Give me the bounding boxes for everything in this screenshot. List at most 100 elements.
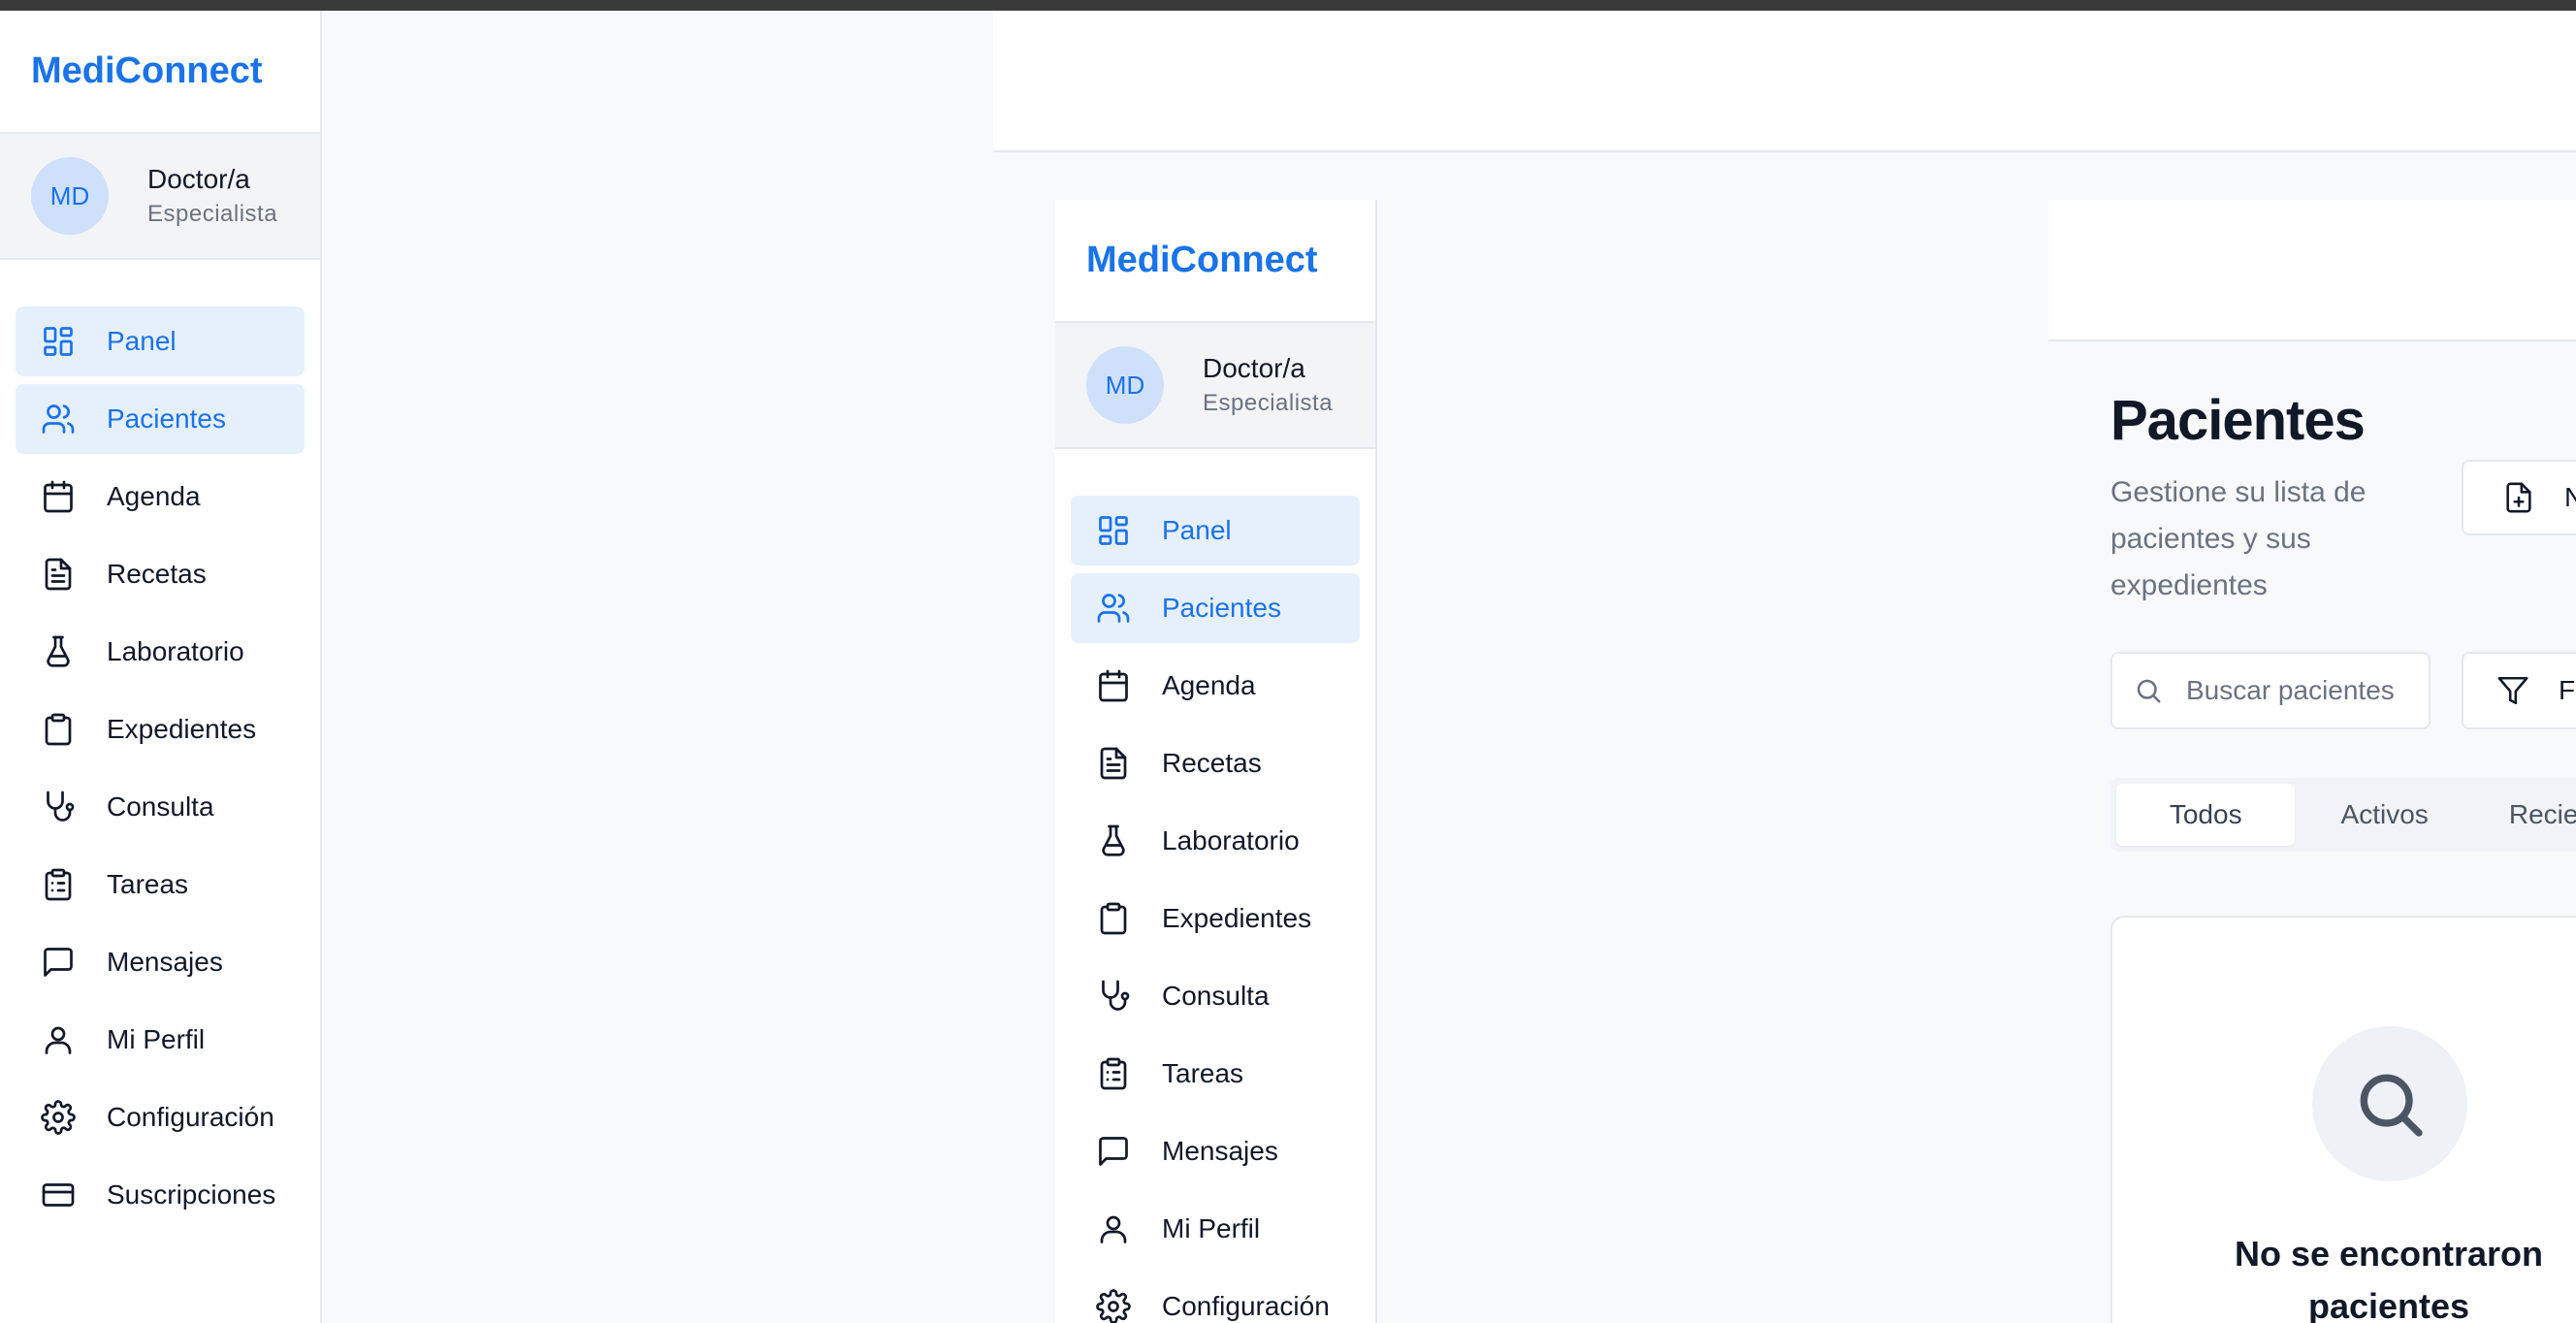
new-patient-label: N [2564,482,2576,512]
sidebar-item-panel[interactable]: Panel [1071,496,1360,565]
window-top-bar [0,0,2576,11]
flask-icon [39,632,78,671]
app-logo[interactable]: MediConnect [0,11,320,134]
sidebar-item-pacientes[interactable]: Pacientes [16,384,305,454]
gear-icon [39,1098,78,1137]
sidebar-item-consulta[interactable]: Consulta [1071,961,1360,1031]
calendar-icon [1094,666,1133,705]
sidebar-item-label: Agenda [1162,670,1256,700]
users-icon [39,400,78,438]
sidebar-item-laboratorio[interactable]: Laboratorio [16,617,305,687]
top-header [993,11,2576,152]
sidebar-item-recetas[interactable]: Recetas [1071,728,1360,798]
sidebar-item-tareas[interactable]: Tareas [16,850,305,920]
sidebar-item-expedientes[interactable]: Expedientes [16,694,305,764]
sidebar-item-configuracion[interactable]: Configuración [1071,1272,1360,1323]
page-title: Pacientes [2110,389,2366,452]
sidebar-item-pacientes[interactable]: Pacientes [1071,573,1360,643]
clipboard-icon [1094,899,1133,938]
empty-state-card: No se encontraron pacientes [2110,916,2576,1323]
sidebar-item-label: Suscripciones [107,1179,276,1210]
user-profile-card[interactable]: MD Doctor/a Especialista [0,134,320,260]
credit-card-icon [39,1176,78,1214]
nested-sidebar: MediConnect MD Doctor/a Especialista Pan… [1055,200,1377,1323]
sidebar-item-label: Mi Perfil [107,1024,206,1054]
sidebar: MediConnect MD Doctor/a Especialista Pan… [0,11,322,1323]
tab-todos[interactable]: Todos [2116,784,2296,846]
sidebar-item-agenda[interactable]: Agenda [1071,651,1360,721]
sidebar-item-label: Pacientes [107,403,226,434]
sidebar-item-label: Expedientes [107,714,257,744]
flask-icon [1094,822,1133,860]
sidebar-item-recetas[interactable]: Recetas [16,539,305,609]
stethoscope-icon [1094,977,1133,1016]
sidebar-item-label: Panel [1162,515,1232,545]
file-text-icon [39,555,78,594]
stethoscope-icon [39,788,78,826]
users-icon [1094,589,1133,628]
user-name: Doctor/a [1203,353,1305,383]
user-icon [39,1020,78,1059]
sidebar-item-label: Laboratorio [107,636,244,666]
sidebar-item-agenda[interactable]: Agenda [16,462,305,532]
filter-label: Fi [2559,675,2576,705]
filter-button[interactable]: Fi [2462,652,2576,729]
search-icon [2137,679,2161,703]
filter-icon [2497,676,2528,705]
sidebar-item-label: Panel [107,326,177,356]
sidebar-item-label: Recetas [1162,748,1262,778]
user-profile-card[interactable]: MD Doctor/a Especialista [1055,323,1375,449]
sidebar-nav: Panel Pacientes Agenda Recetas Laborator… [0,260,320,1230]
avatar: MD [1086,346,1164,424]
sidebar-item-mi-perfil[interactable]: Mi Perfil [16,1005,305,1075]
sidebar-item-tareas[interactable]: Tareas [1071,1039,1360,1109]
sidebar-item-label: Tareas [107,869,189,899]
empty-state-title: No se encontraron pacientes [2234,1234,2544,1323]
message-icon [39,943,78,982]
sidebar-item-label: Recetas [107,559,207,589]
search-icon [2360,1074,2423,1137]
sidebar-item-expedientes[interactable]: Expedientes [1071,884,1360,953]
sidebar-item-configuracion[interactable]: Configuración [16,1082,305,1152]
sidebar-item-label: Mensajes [107,947,223,977]
new-patient-button[interactable]: N [2462,460,2576,535]
sidebar-item-mi-perfil[interactable]: Mi Perfil [1071,1194,1360,1264]
sidebar-item-panel[interactable]: Panel [16,307,305,376]
sidebar-item-label: Pacientes [1162,593,1281,623]
sidebar-item-label: Mensajes [1162,1136,1278,1166]
dashboard-icon [39,322,78,361]
avatar: MD [31,157,109,235]
tab-activos[interactable]: Activos [2295,784,2473,846]
sidebar-item-mensajes[interactable]: Mensajes [1071,1116,1360,1186]
search-input[interactable] [2186,675,2429,706]
clipboard-list-icon [39,865,78,904]
sidebar-item-label: Consulta [1162,981,1270,1011]
file-text-icon [1094,744,1133,783]
sidebar-item-label: Consulta [107,791,214,822]
sidebar-item-label: Expedientes [1162,903,1312,933]
user-role: Especialista [147,201,278,227]
tab-recientes[interactable]: Recie [2474,784,2576,846]
search-box[interactable] [2110,652,2431,729]
app-logo[interactable]: MediConnect [1055,200,1375,323]
empty-state-icon-wrap [2312,1026,2467,1181]
sidebar-item-suscripciones[interactable]: Suscripciones [16,1160,305,1230]
sidebar-item-label: Tareas [1162,1058,1244,1088]
sidebar-item-laboratorio[interactable]: Laboratorio [1071,806,1360,876]
sidebar-item-label: Mi Perfil [1162,1213,1261,1243]
clipboard-list-icon [1094,1054,1133,1093]
message-icon [1094,1132,1133,1171]
dashboard-icon [1094,511,1133,550]
gear-icon [1094,1287,1133,1323]
sidebar-item-consulta[interactable]: Consulta [16,772,305,842]
sidebar-nav: Panel Pacientes Agenda Recetas Laborator… [1055,449,1375,1323]
sidebar-item-label: Configuración [1162,1291,1330,1321]
file-plus-icon [2506,482,2531,513]
sidebar-item-label: Laboratorio [1162,825,1300,855]
user-icon [1094,1210,1133,1248]
sidebar-item-mensajes[interactable]: Mensajes [16,927,305,997]
page-subtitle: Gestione su lista de pacientes y sus exp… [2110,476,2367,601]
clipboard-icon [39,710,78,749]
user-name: Doctor/a [147,164,250,194]
sidebar-item-label: Agenda [107,481,201,511]
